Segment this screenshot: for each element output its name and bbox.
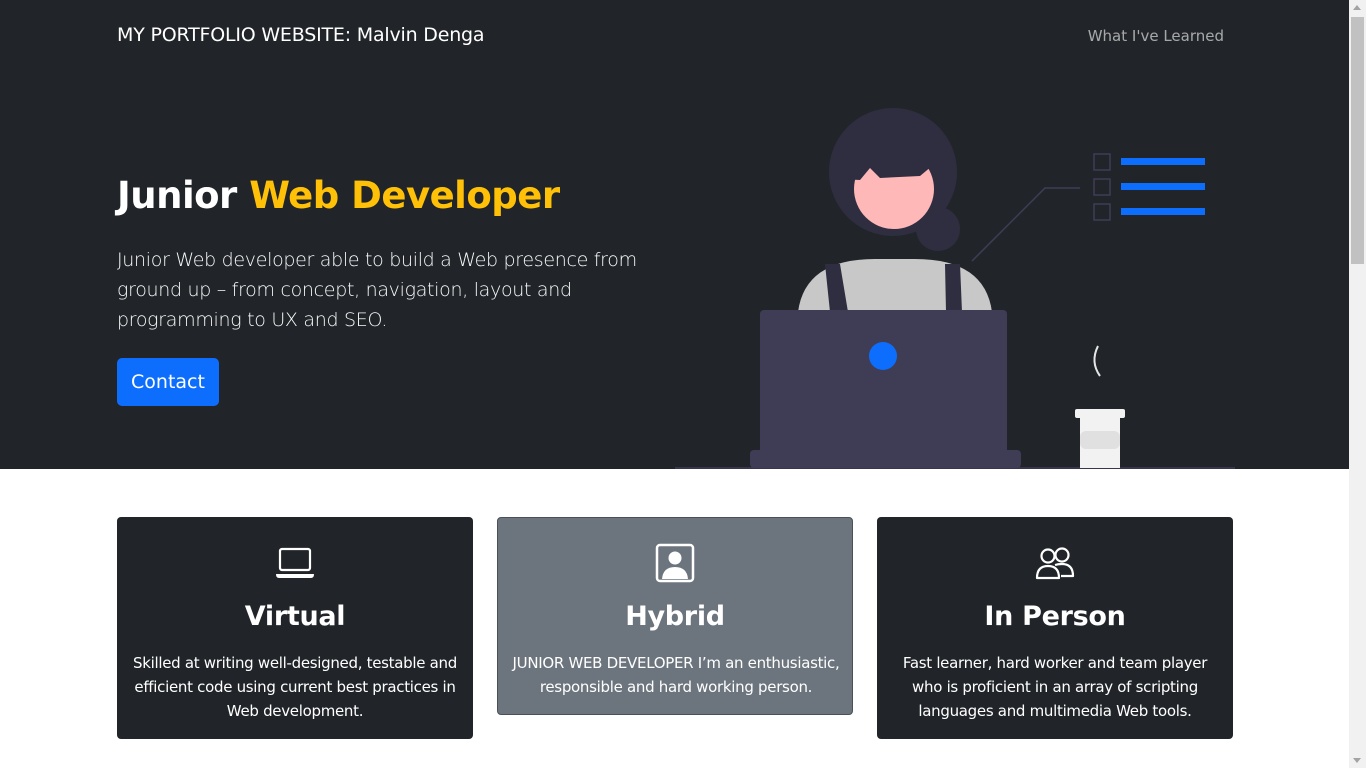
card-title: In Person (984, 601, 1126, 632)
laptop-icon (276, 547, 314, 578)
navbar: MY PORTFOLIO WEBSITE: Malvin Denga What … (0, 0, 1349, 74)
card-in-person: In Person Fast learner, hard worker and … (877, 517, 1233, 739)
page: MY PORTFOLIO WEBSITE: Malvin Denga What … (0, 0, 1349, 768)
hero-section: Junior Web Developer Junior Web develope… (0, 74, 1349, 469)
scroll-down-arrow-icon[interactable] (1353, 758, 1361, 763)
scroll-thumb[interactable] (1351, 17, 1364, 264)
card-title: Virtual (244, 601, 346, 632)
card-virtual: Virtual Skilled at writing well-designed… (117, 517, 473, 739)
person-badge-icon (655, 543, 695, 583)
brand-link[interactable]: MY PORTFOLIO WEBSITE: Malvin Denga (117, 24, 485, 46)
page-scrollbar[interactable] (1349, 0, 1366, 768)
scroll-up-arrow-icon[interactable] (1353, 5, 1361, 10)
card-text: Fast learner, hard worker and team playe… (902, 654, 1208, 720)
card-text: Skilled at writing well-designed, testab… (133, 654, 457, 720)
hero-title-accent: Web Developer (249, 174, 560, 217)
hero-title: Junior Web Developer (117, 174, 560, 217)
developer-illustration (675, 108, 1235, 469)
contact-button[interactable]: Contact (117, 358, 219, 406)
people-icon (1035, 547, 1075, 580)
card-text: JUNIOR WEB DEVELOPER I’m an enthusiastic… (512, 654, 840, 696)
hero-title-plain: Junior (117, 174, 250, 217)
nav-link-learned[interactable]: What I've Learned (1088, 27, 1224, 45)
hero-description: Junior Web developer able to build a Web… (117, 249, 637, 331)
card-hybrid: Hybrid JUNIOR WEB DEVELOPER I’m an enthu… (497, 517, 853, 715)
card-title: Hybrid (625, 601, 725, 632)
